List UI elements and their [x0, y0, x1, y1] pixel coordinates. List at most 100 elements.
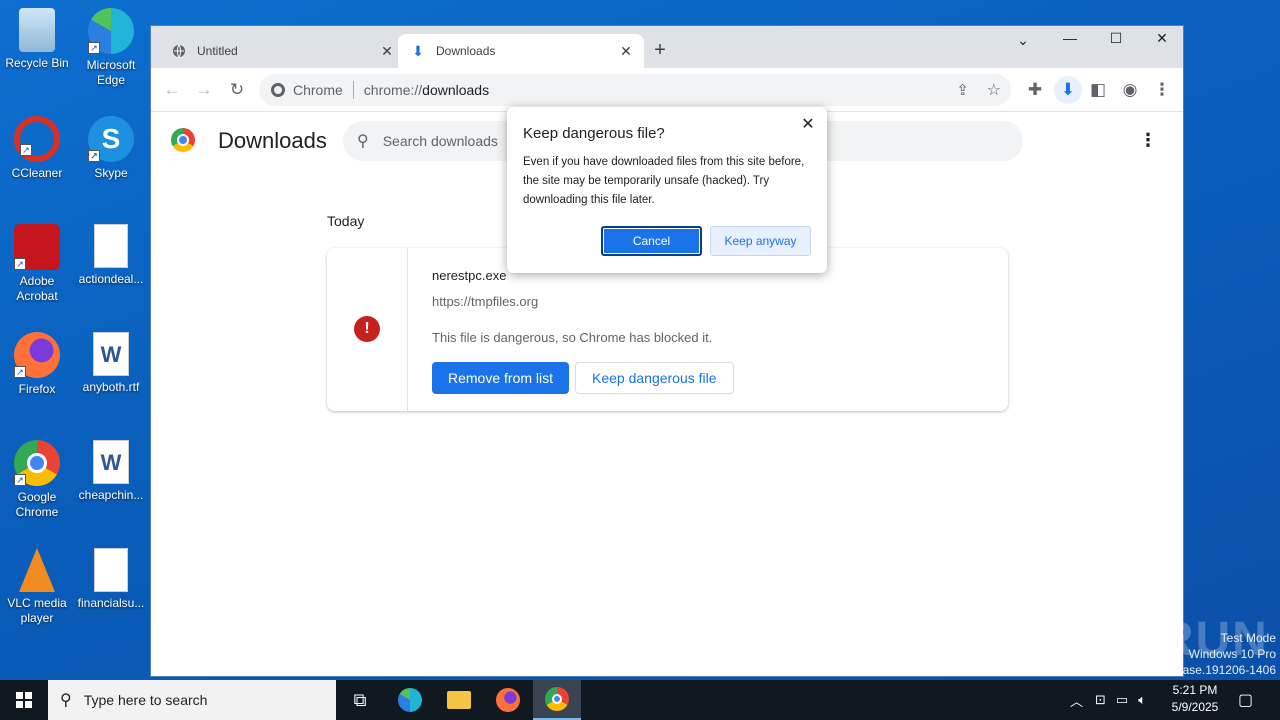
network-icon[interactable]: ▭: [1116, 692, 1128, 708]
taskbar-search-box[interactable]: ⚲ Type here to search: [48, 680, 336, 720]
desktop-icon-financialsu[interactable]: financialsu...: [74, 548, 148, 611]
volume-icon[interactable]: 🔈︎: [1138, 692, 1146, 708]
extensions-icon[interactable]: ✚: [1024, 79, 1046, 101]
start-button[interactable]: [0, 680, 48, 720]
tab-downloads[interactable]: ⬇ Downloads ✕: [398, 34, 644, 68]
globe-icon: [171, 43, 187, 59]
desktop-icon-label: cheapchin...: [78, 488, 144, 502]
site-chip: Chrome: [293, 82, 343, 98]
clock[interactable]: 5:21 PM 5/9/2025: [1160, 682, 1230, 716]
keep-dangerous-file-button[interactable]: Keep dangerous file: [575, 362, 734, 394]
forward-icon[interactable]: →: [193, 79, 215, 101]
task-view-icon[interactable]: ⧉: [336, 680, 384, 720]
desktop-icon-label: Recycle Bin: [5, 56, 69, 70]
desktop-icon-chrome[interactable]: ↗ Google Chrome: [0, 440, 74, 520]
omnibox-divider: [352, 81, 354, 99]
desktop-icon-vlc[interactable]: VLC media player: [0, 548, 74, 626]
clock-date: 5/9/2025: [1171, 700, 1219, 714]
new-tab-button[interactable]: +: [649, 39, 671, 62]
tab-label: Downloads: [436, 44, 496, 58]
desktop-icon-anyboth[interactable]: W anyboth.rtf: [74, 332, 148, 395]
tab-label: Untitled: [197, 44, 238, 58]
chrome-icon: ↗: [14, 440, 60, 486]
desktop-icon-label: Firefox: [18, 382, 56, 396]
watermark-line: Windows 10 Pro: [1188, 647, 1276, 661]
cancel-button[interactable]: Cancel: [601, 226, 702, 256]
desktop-icon-label: Microsoft Edge: [86, 58, 136, 87]
desktop-icon-firefox[interactable]: ↗ Firefox: [0, 332, 74, 397]
taskbar: ⚲ Type here to search ⧉ ︿ ⊡ ▭ 🔈︎ 5:21 PM…: [0, 680, 1280, 720]
maximize-button[interactable]: ☐: [1101, 30, 1131, 47]
edge-icon: ↗: [88, 8, 134, 54]
ccleaner-icon: ↗: [14, 116, 60, 162]
desktop-icon-label: anyboth.rtf: [82, 380, 140, 394]
edge-taskbar-icon[interactable]: [386, 680, 434, 720]
firefox-taskbar-icon[interactable]: [484, 680, 532, 720]
vlc-cone-icon: [19, 548, 55, 592]
tab-untitled[interactable]: Untitled ✕: [159, 34, 405, 68]
share-icon[interactable]: ⇪: [956, 81, 969, 99]
desktop-icon-skype[interactable]: S ↗ Skype: [74, 116, 148, 181]
date-section-label: Today: [327, 213, 365, 229]
desktop-icon-actiondeal[interactable]: actiondeal...: [74, 224, 148, 287]
url-scheme: chrome://: [363, 82, 423, 98]
desktop-icon-recycle-bin[interactable]: Recycle Bin: [0, 8, 74, 71]
desktop-icon-label: Adobe Acrobat: [16, 274, 58, 303]
desktop-icon-label: VLC media player: [7, 596, 67, 625]
address-bar[interactable]: Chrome chrome:// downloads ⇪ ☆: [259, 74, 1011, 106]
page-title: Downloads: [218, 128, 327, 153]
file-status: This file is dangerous, so Chrome has bl…: [432, 330, 713, 345]
watermark-line: lease.191206-1406: [1173, 663, 1276, 677]
file-icon-column: !: [327, 248, 408, 411]
danger-icon: !: [354, 316, 380, 342]
remove-from-list-button[interactable]: Remove from list: [432, 362, 570, 394]
chrome-site-icon: [271, 83, 285, 97]
search-icon: ⚲: [357, 133, 369, 150]
desktop-icon-acrobat[interactable]: ↗ Adobe Acrobat: [0, 224, 74, 304]
image-file-icon: [94, 224, 128, 268]
word-document-icon: W: [93, 332, 129, 376]
device-icon[interactable]: ⊡: [1095, 692, 1106, 708]
keep-dangerous-file-dialog: Keep dangerous file? ✕ Even if you have …: [507, 107, 827, 273]
chevron-up-icon[interactable]: ︿: [1070, 691, 1083, 710]
dialog-message: Even if you have downloaded files from t…: [523, 156, 805, 206]
desktop-icon-cheapchin[interactable]: W cheapchin...: [74, 440, 148, 503]
image-file-icon: [94, 548, 128, 592]
close-window-button[interactable]: ✕: [1147, 30, 1177, 47]
download-toolbar-icon[interactable]: ⬇: [1054, 76, 1082, 104]
chrome-taskbar-icon[interactable]: [533, 680, 581, 720]
minimize-button[interactable]: —: [1055, 30, 1085, 46]
desktop-icon-label: Skype: [94, 166, 128, 180]
close-tab-icon[interactable]: ✕: [379, 43, 395, 59]
menu-icon[interactable]: ⋮: [1151, 79, 1173, 101]
close-icon[interactable]: ✕: [799, 114, 817, 134]
skype-icon: S ↗: [88, 116, 134, 162]
close-tab-icon[interactable]: ✕: [618, 43, 634, 59]
profile-icon[interactable]: ◉: [1119, 79, 1141, 101]
bookmark-star-icon[interactable]: ☆: [987, 80, 1001, 100]
desktop-icon-label: CCleaner: [11, 166, 63, 180]
tab-strip: Untitled ✕ ⬇ Downloads ✕ + ⌄ — ☐ ✕: [151, 26, 1183, 68]
taskbar-search-placeholder: Type here to search: [83, 692, 208, 708]
file-name: nerestpc.exe: [432, 268, 507, 283]
notification-icon[interactable]: ▢: [1238, 680, 1253, 720]
tab-search-icon[interactable]: ⌄: [1008, 32, 1038, 49]
desktop-icon-ccleaner[interactable]: ↗ CCleaner: [0, 116, 74, 181]
chrome-logo-icon: [171, 128, 195, 152]
side-panel-icon[interactable]: ◧: [1087, 79, 1109, 101]
toolbar: ← → ↻ Chrome chrome:// downloads ⇪ ☆ ✚ ⬇…: [151, 68, 1183, 112]
reload-icon[interactable]: ↻: [226, 79, 248, 101]
desktop-icon-edge[interactable]: ↗ Microsoft Edge: [74, 8, 148, 88]
word-document-icon: W: [93, 440, 129, 484]
acrobat-icon: ↗: [14, 224, 60, 270]
search-icon: ⚲: [60, 692, 72, 709]
back-icon[interactable]: ←: [161, 79, 183, 101]
desktop-icon-label: financialsu...: [77, 596, 145, 610]
file-explorer-icon[interactable]: [435, 680, 483, 720]
keep-anyway-button[interactable]: Keep anyway: [710, 226, 811, 256]
recycle-bin-icon: [19, 8, 55, 52]
dialog-title: Keep dangerous file?: [523, 125, 665, 142]
file-source-url[interactable]: https://tmpfiles.org: [432, 294, 538, 309]
more-actions-icon[interactable]: ⋮: [1139, 130, 1157, 151]
clock-time: 5:21 PM: [1172, 683, 1218, 697]
